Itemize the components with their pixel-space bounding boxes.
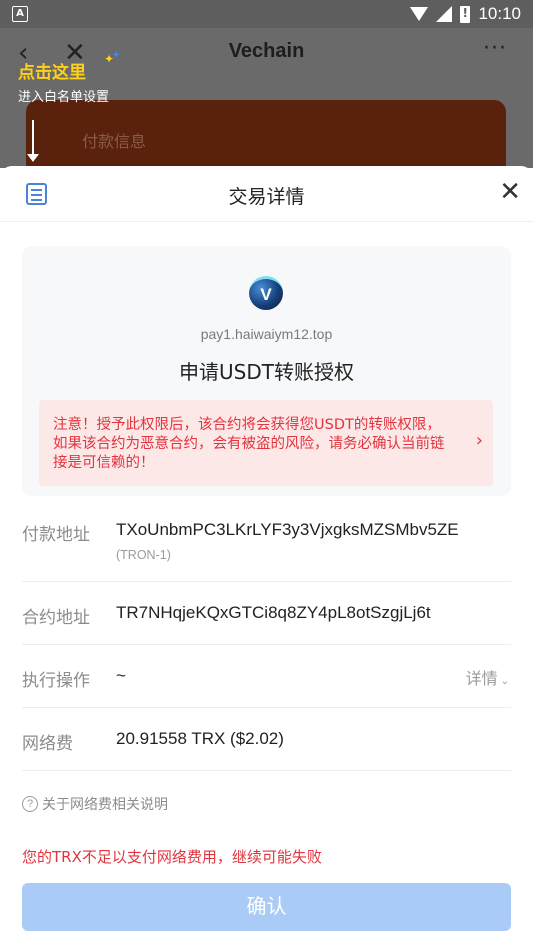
chevron-down-icon: ⌄ — [500, 676, 509, 687]
payment-info-label: 付款信息 — [82, 132, 147, 151]
wifi-icon — [410, 7, 429, 21]
operation-detail-label: 详情 — [465, 669, 498, 688]
operation-value: ~ — [116, 666, 126, 685]
operation-label: 执行操作 — [22, 671, 90, 691]
transaction-detail-sheet: 交易详情 ✕ V pay1.haiwaiym12.top 申请USDT转账授权 … — [0, 166, 533, 947]
fee-note-text: 关于网络费相关说明 — [42, 797, 168, 813]
sheet-header: 交易详情 ✕ — [0, 166, 533, 222]
operation-detail-link[interactable]: 详情 ⌄ — [466, 665, 509, 689]
payment-address-value: TXoUnbmPC3LKrLYF3y3VjxgksMZSMbv5ZE — [116, 520, 459, 539]
payment-address-label: 付款地址 — [22, 525, 90, 545]
operation-row: 执行操作 ~ 详情 ⌄ — [22, 645, 511, 708]
cell-signal-icon — [436, 6, 453, 22]
payment-address-row: 付款地址 TXoUnbmPC3LKrLYF3y3VjxgksMZSMbv5ZE … — [22, 496, 511, 582]
payment-network: (TRON-1) — [116, 548, 171, 562]
network-fee-row: 网络费 20.91558 TRX ($2.02) — [22, 708, 511, 771]
whitelist-tip-subtitle: 进入白名单设置 — [18, 90, 110, 105]
network-fee-value: 20.91558 TRX ($2.02) — [116, 729, 284, 748]
close-icon[interactable]: ✕ — [499, 178, 521, 206]
authorization-warning[interactable]: 注意！授予此权限后，该合约将会获得您USDT的转账权限，如果该合约为恶意合约，会… — [39, 400, 493, 486]
sparkle-icon: ✦ — [112, 50, 121, 61]
warning-text: 注意！授予此权限后，该合约将会获得您USDT的转账权限，如果该合约为恶意合约，会… — [53, 417, 445, 471]
dapp-info-card: V pay1.haiwaiym12.top 申请USDT转账授权 注意！授予此权… — [22, 246, 511, 496]
contract-address-label: 合约地址 — [22, 608, 90, 628]
status-bar: A 10:10 — [0, 0, 533, 28]
contract-address-row: 合约地址 TR7NHqjeKQxGTCi8q8ZY4pL8otSzgjLj6t — [22, 582, 511, 645]
confirm-button[interactable]: 确认 — [22, 883, 511, 931]
more-icon: ··· — [483, 36, 507, 61]
dapp-url: pay1.haiwaiym12.top — [200, 326, 333, 342]
whitelist-tip-title[interactable]: 点击这里 — [18, 58, 86, 83]
app-notification-icon: A — [12, 6, 28, 22]
sheet-title: 交易详情 — [228, 186, 305, 208]
network-fee-label: 网络费 — [22, 734, 73, 754]
down-arrow-icon — [27, 120, 39, 162]
status-indicators: 10:10 — [410, 4, 521, 24]
insufficient-balance-warning: 您的TRX不足以支付网络费用，继续可能失败 — [22, 848, 322, 866]
background-page: ‹ ✕ Vechain ··· 付款信息 点击这里 ✦ ✦ 进入白名单设置 — [0, 28, 533, 200]
battery-icon — [460, 5, 471, 23]
vechain-logo-icon: V — [249, 276, 283, 310]
status-time: 10:10 — [478, 4, 521, 23]
help-icon: ? — [22, 796, 38, 812]
contract-address-value: TR7NHqjeKQxGTCi8q8ZY4pL8otSzgjLj6t — [116, 603, 431, 622]
fee-note-link[interactable]: ? 关于网络费相关说明 — [22, 794, 168, 814]
request-title: 申请USDT转账授权 — [179, 360, 354, 384]
chevron-right-icon: › — [475, 430, 483, 451]
